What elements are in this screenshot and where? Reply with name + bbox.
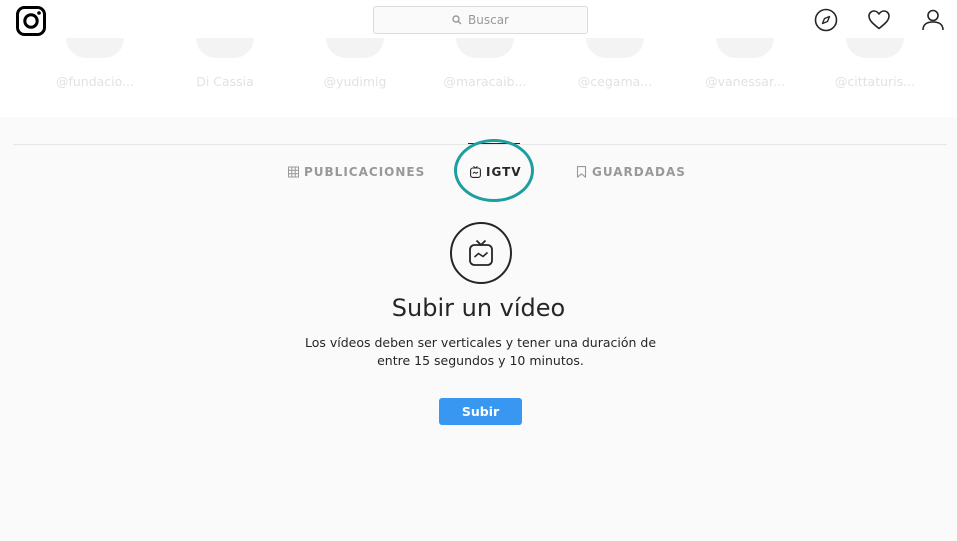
story-avatar bbox=[66, 38, 124, 58]
description-line: Los vídeos deben ser verticales y tener … bbox=[304, 335, 657, 350]
grid-icon bbox=[288, 166, 299, 178]
story-avatar bbox=[326, 38, 384, 58]
story-item[interactable]: @cegama... bbox=[560, 38, 670, 94]
tab-label: PUBLICACIONES bbox=[304, 165, 426, 179]
story-item[interactable]: @cittaturis... bbox=[820, 38, 930, 94]
story-item[interactable]: @fundacio... bbox=[40, 38, 150, 94]
tv-glyph-icon bbox=[469, 239, 493, 266]
story-username: Di Cassia bbox=[196, 74, 254, 89]
tab-guardadas[interactable]: GUARDADAS bbox=[576, 160, 686, 184]
story-item[interactable]: @maracaib... bbox=[430, 38, 540, 94]
user-icon[interactable] bbox=[921, 8, 945, 32]
upload-button[interactable]: Subir bbox=[439, 398, 522, 425]
story-username: @cittaturis... bbox=[834, 74, 916, 89]
story-avatar bbox=[846, 38, 904, 58]
story-item[interactable]: @yudimig bbox=[300, 38, 410, 94]
story-username: @cegama... bbox=[577, 74, 653, 89]
search-input[interactable]: Buscar bbox=[373, 6, 588, 34]
empty-state-description: Los vídeos deben ser verticales y tener … bbox=[300, 334, 661, 370]
igtv-tv-icon bbox=[450, 222, 512, 284]
bookmark-icon bbox=[576, 166, 587, 178]
search-placeholder: Buscar bbox=[468, 13, 509, 27]
story-avatar bbox=[196, 38, 254, 58]
heart-icon[interactable] bbox=[867, 8, 891, 32]
top-navigation-bar: Buscar @fundacio... Di Cassia @yudimig @… bbox=[0, 0, 957, 117]
tab-label: GUARDADAS bbox=[592, 165, 686, 179]
search-icon bbox=[452, 15, 462, 25]
highlight-annotation bbox=[454, 139, 534, 202]
compass-icon[interactable] bbox=[814, 8, 838, 32]
story-avatar bbox=[456, 38, 514, 58]
instagram-logo-icon[interactable] bbox=[16, 6, 46, 36]
description-line: entre 15 segundos y 10 minutos. bbox=[377, 353, 584, 368]
empty-state-title: Subir un vídeo bbox=[391, 294, 566, 322]
story-username: @maracaib... bbox=[443, 74, 527, 89]
story-item[interactable]: @vanessar... bbox=[690, 38, 800, 94]
story-avatar bbox=[586, 38, 644, 58]
story-avatar bbox=[716, 38, 774, 58]
story-username: @yudimig bbox=[323, 74, 387, 89]
story-username: @vanessar... bbox=[705, 74, 785, 89]
story-item[interactable]: Di Cassia bbox=[170, 38, 280, 94]
tab-publicaciones[interactable]: PUBLICACIONES bbox=[288, 160, 425, 184]
story-username: @fundacio... bbox=[55, 74, 135, 89]
stories-row: @fundacio... Di Cassia @yudimig @maracai… bbox=[0, 38, 957, 98]
